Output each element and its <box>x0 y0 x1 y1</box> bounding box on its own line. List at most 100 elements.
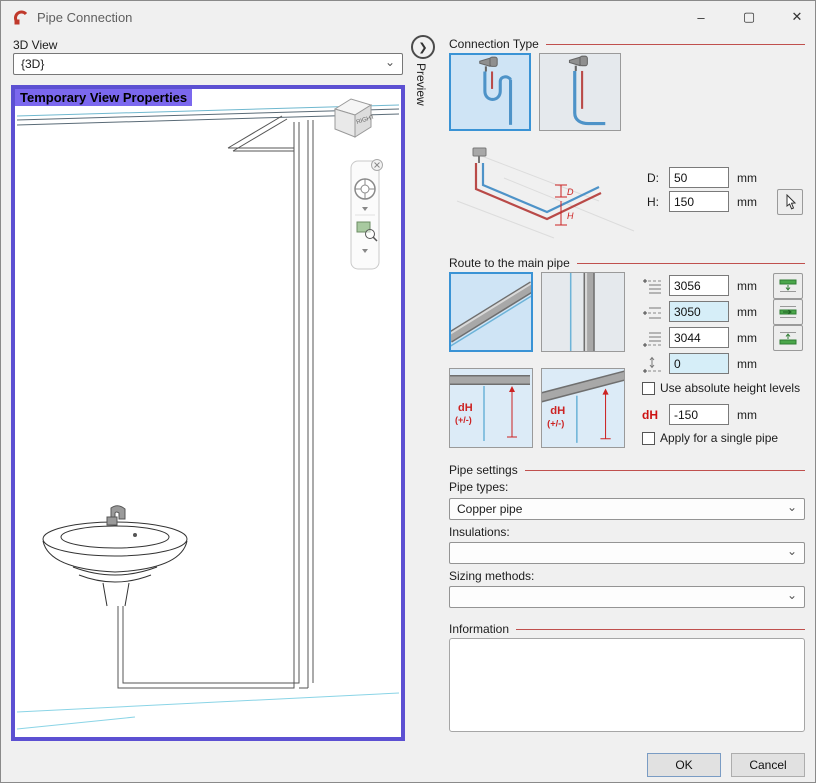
preview-strip-label: Preview <box>414 63 428 106</box>
route-center-input[interactable] <box>669 301 729 322</box>
chevron-down-icon: ⌄ <box>787 500 797 514</box>
sizing-methods-select[interactable]: ⌄ <box>449 586 805 608</box>
section-information: Information <box>449 622 805 636</box>
titlebar: Pipe Connection – ▢ ✕ <box>1 1 815 33</box>
d-unit: mm <box>737 171 757 185</box>
route-option-dh-sloped[interactable]: dH (+/-) <box>541 368 625 448</box>
insulations-label: Insulations: <box>449 525 510 539</box>
pipe-top-reference-icon <box>641 277 663 297</box>
pipe-types-label: Pipe types: <box>449 480 508 494</box>
h-label: H: <box>647 195 659 209</box>
section-connection-type-label: Connection Type <box>449 37 539 51</box>
route-option-dh-horizontal[interactable]: dH (+/-) <box>449 368 533 448</box>
route-diagonal-image <box>451 274 531 350</box>
route-offset-unit: mm <box>737 357 757 371</box>
sink <box>43 506 187 606</box>
connection-type-2-image <box>540 54 620 130</box>
route-vertical-image <box>542 273 624 351</box>
d-label: D: <box>647 171 659 185</box>
use-absolute-height-checkbox[interactable]: Use absolute height levels <box>642 381 800 395</box>
h-unit: mm <box>737 195 757 209</box>
preview-3d-view[interactable]: RIGHT <box>11 85 405 741</box>
dimension-h-label: H <box>567 211 574 221</box>
connector-pipes <box>228 116 294 151</box>
route-offset-input[interactable] <box>669 353 729 374</box>
view-selector[interactable]: {3D} ⌄ <box>13 53 403 75</box>
route-center-unit: mm <box>737 305 757 319</box>
viewcube[interactable]: RIGHT <box>335 99 376 137</box>
minimize-button[interactable]: – <box>681 1 721 33</box>
view-selector-value: {3D} <box>21 57 44 71</box>
vertical-pipes <box>118 120 313 688</box>
dh-thumb-label-2: (+/-) <box>547 418 564 428</box>
chevron-down-icon: ⌄ <box>787 544 797 558</box>
dh-unit: mm <box>737 408 757 422</box>
apply-single-pipe-checkbox[interactable]: Apply for a single pipe <box>642 431 778 445</box>
h-input[interactable] <box>669 191 729 212</box>
expand-preview-button[interactable]: ❯ <box>411 35 435 59</box>
steering-wheel-icon[interactable] <box>355 179 375 199</box>
route-top-input[interactable] <box>669 275 729 296</box>
maximize-button[interactable]: ▢ <box>729 1 769 33</box>
green-pipe-center-icon <box>778 304 798 320</box>
connection-type-option-2[interactable] <box>539 53 621 131</box>
preview-3d-drawing: RIGHT <box>15 89 401 737</box>
pipe-offset-reference-icon <box>641 355 663 375</box>
section-information-label: Information <box>449 622 509 636</box>
valve-icon <box>569 56 587 71</box>
dh-thumb-label-1: dH <box>458 402 473 414</box>
window-title: Pipe Connection <box>37 10 132 25</box>
connection-dimension-diagram: D H <box>449 143 639 239</box>
cursor-arrow-icon <box>784 194 797 210</box>
checkbox-box[interactable] <box>642 432 655 445</box>
pipe-types-value: Copper pipe <box>457 502 522 516</box>
route-dh-horizontal-image: dH (+/-) <box>450 369 530 445</box>
section-connection-type: Connection Type <box>449 37 805 51</box>
route-bottom-input[interactable] <box>669 327 729 348</box>
section-line <box>516 629 805 630</box>
dimension-lines <box>555 185 567 225</box>
route-bottom-unit: mm <box>737 331 757 345</box>
route-align-center-button[interactable] <box>773 299 803 325</box>
pick-dimensions-button[interactable] <box>777 189 803 215</box>
section-box-lines <box>17 693 399 729</box>
information-textarea[interactable] <box>449 638 805 732</box>
route-align-top-button[interactable] <box>773 273 803 299</box>
use-absolute-height-label: Use absolute height levels <box>660 381 800 395</box>
dh-thumb-label-2: (+/-) <box>455 415 472 425</box>
app-icon <box>13 9 29 25</box>
dh-thumb-label-1: dH <box>550 405 565 417</box>
chevron-down-icon: ⌄ <box>787 588 797 602</box>
insulations-select[interactable]: ⌄ <box>449 542 805 564</box>
cancel-button[interactable]: Cancel <box>731 753 805 777</box>
valve-icon <box>473 148 486 163</box>
dh-label: dH <box>642 408 658 422</box>
ok-button[interactable]: OK <box>647 753 721 777</box>
cold-pipe <box>483 163 599 212</box>
connection-type-option-1[interactable] <box>449 53 531 131</box>
close-button[interactable]: ✕ <box>777 1 816 33</box>
nav-toolbar[interactable] <box>351 160 383 270</box>
route-align-bottom-button[interactable] <box>773 325 803 351</box>
connection-type-1-image <box>451 55 529 129</box>
pipe-connection-dialog: Pipe Connection – ▢ ✕ 3D View {3D} ⌄ <box>0 0 816 783</box>
route-option-vertical[interactable] <box>541 272 625 352</box>
route-option-diagonal[interactable] <box>449 272 533 352</box>
section-line <box>546 44 805 45</box>
section-line <box>525 470 805 471</box>
green-pipe-bottom-icon <box>778 330 798 346</box>
view-label: 3D View <box>13 38 57 52</box>
d-input[interactable] <box>669 167 729 188</box>
dimension-d-label: D <box>567 187 574 197</box>
green-pipe-top-icon <box>778 278 798 294</box>
route-dh-sloped-image: dH (+/-) <box>542 369 624 447</box>
section-line <box>577 263 805 264</box>
toolbar-close-icon[interactable] <box>372 160 383 171</box>
section-route-label: Route to the main pipe <box>449 256 570 270</box>
sizing-methods-label: Sizing methods: <box>449 569 534 583</box>
dh-input[interactable] <box>669 404 729 425</box>
checkbox-box[interactable] <box>642 382 655 395</box>
pipe-bottom-reference-icon <box>641 329 663 349</box>
temporary-view-properties-badge[interactable]: Temporary View Properties <box>15 89 192 106</box>
pipe-types-select[interactable]: Copper pipe ⌄ <box>449 498 805 520</box>
